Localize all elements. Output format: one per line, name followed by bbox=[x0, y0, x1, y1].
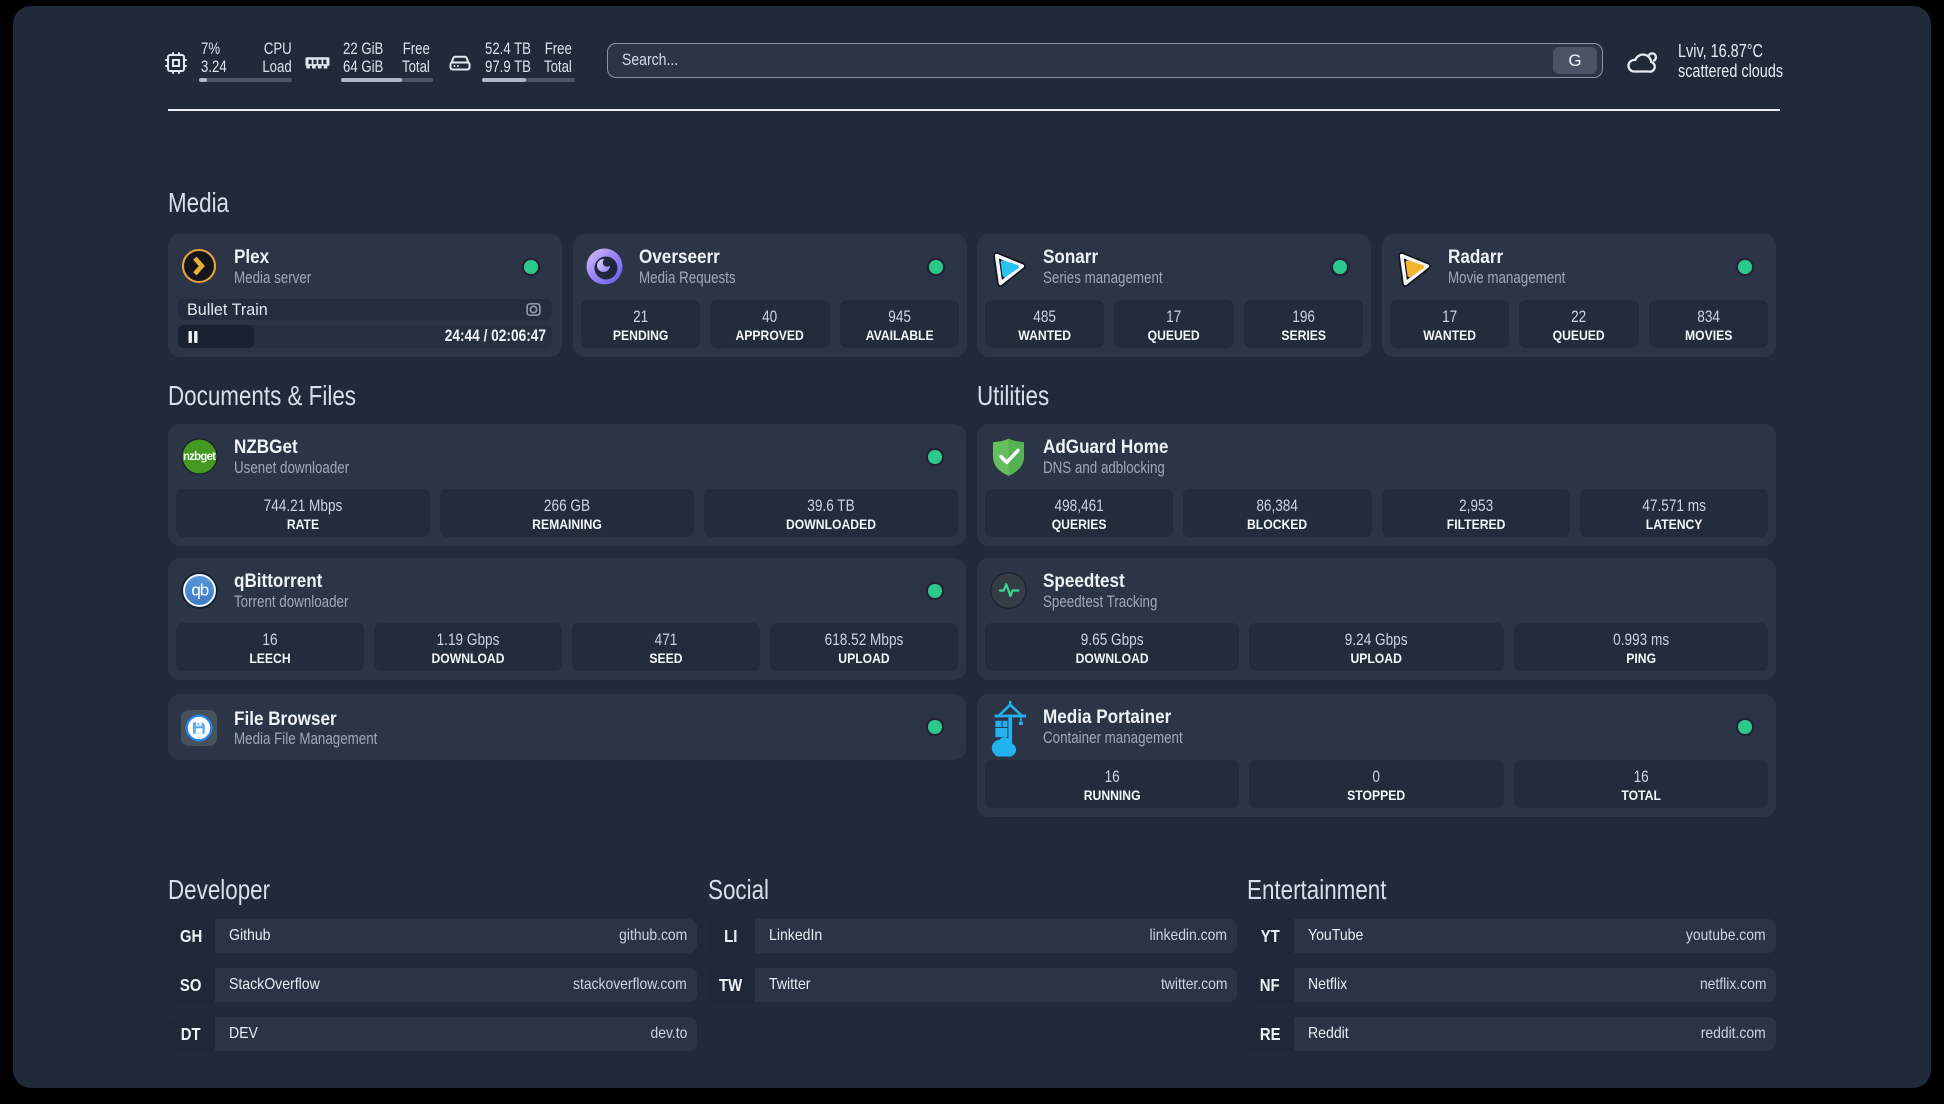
svg-text:qb: qb bbox=[191, 581, 208, 600]
svg-text:nzbget: nzbget bbox=[183, 451, 216, 463]
